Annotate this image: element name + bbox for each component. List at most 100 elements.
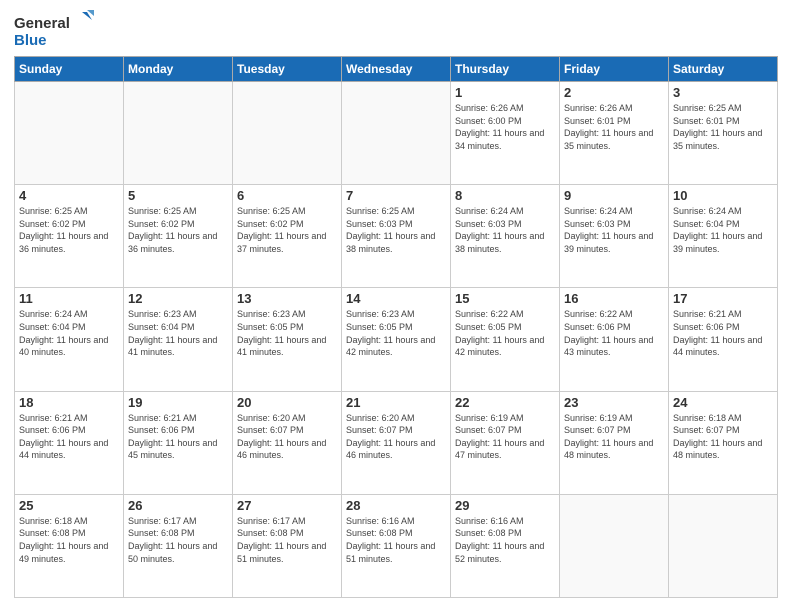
- calendar-week-row: 4Sunrise: 6:25 AM Sunset: 6:02 PM Daylig…: [15, 185, 778, 288]
- calendar-empty-cell: [560, 494, 669, 597]
- day-info: Sunrise: 6:24 AM Sunset: 6:04 PM Dayligh…: [19, 308, 119, 358]
- day-number: 26: [128, 498, 228, 513]
- calendar-empty-cell: [669, 494, 778, 597]
- calendar-header-thursday: Thursday: [451, 57, 560, 82]
- day-number: 24: [673, 395, 773, 410]
- day-info: Sunrise: 6:25 AM Sunset: 6:03 PM Dayligh…: [346, 205, 446, 255]
- calendar-day-7: 7 Sunrise: 6:25 AM Sunset: 6:03 PM Daylig…: [342, 185, 451, 288]
- calendar-day-5: 5 Sunrise: 6:25 AM Sunset: 6:02 PM Daylig…: [124, 185, 233, 288]
- day-info: Sunrise: 6:25 AM Sunset: 6:01 PM Dayligh…: [673, 102, 773, 152]
- day-number: 21: [346, 395, 446, 410]
- day-number: 8: [455, 188, 555, 203]
- day-number: 5: [128, 188, 228, 203]
- svg-text:General: General: [14, 15, 70, 32]
- day-number: 3: [673, 85, 773, 100]
- calendar-day-23: 23 Sunrise: 6:19 AM Sunset: 6:07 PM Dayli…: [560, 391, 669, 494]
- calendar-header-wednesday: Wednesday: [342, 57, 451, 82]
- calendar-day-14: 14Sunrise: 6:23 AM Sunset: 6:05 PM Dayli…: [342, 288, 451, 391]
- calendar-empty-cell: [342, 82, 451, 185]
- calendar-day-18: 18 Sunrise: 6:21 AM Sunset: 6:06 PM Dayli…: [15, 391, 124, 494]
- day-info: Sunrise: 6:25 AM Sunset: 6:02 PM Dayligh…: [128, 205, 228, 255]
- calendar-day-11: 11 Sunrise: 6:24 AM Sunset: 6:04 PM Dayli…: [15, 288, 124, 391]
- calendar-table: SundayMondayTuesdayWednesdayThursdayFrid…: [14, 56, 778, 598]
- day-info: Sunrise: 6:24 AM Sunset: 6:03 PM Dayligh…: [564, 205, 664, 255]
- day-number: 11: [19, 291, 119, 306]
- calendar-day-29: 29 Sunrise: 6:16 AM Sunset: 6:08 PM Dayli…: [451, 494, 560, 597]
- day-number: 20: [237, 395, 337, 410]
- calendar-day-3: 3 Sunrise: 6:25 AM Sunset: 6:01 PM Daylig…: [669, 82, 778, 185]
- calendar-day-22: 22Sunrise: 6:19 AM Sunset: 6:07 PM Dayli…: [451, 391, 560, 494]
- calendar-day-19: 19Sunrise: 6:21 AM Sunset: 6:06 PM Dayli…: [124, 391, 233, 494]
- day-info: Sunrise: 6:21 AM Sunset: 6:06 PM Dayligh…: [19, 412, 119, 462]
- calendar-day-15: 15 Sunrise: 6:22 AM Sunset: 6:05 PM Dayli…: [451, 288, 560, 391]
- calendar-week-row: 25 Sunrise: 6:18 AM Sunset: 6:08 PM Dayli…: [15, 494, 778, 597]
- calendar-week-row: 18 Sunrise: 6:21 AM Sunset: 6:06 PM Dayli…: [15, 391, 778, 494]
- day-info: Sunrise: 6:22 AM Sunset: 6:06 PM Dayligh…: [564, 308, 664, 358]
- calendar-day-17: 17 Sunrise: 6:21 AM Sunset: 6:06 PM Dayli…: [669, 288, 778, 391]
- day-info: Sunrise: 6:17 AM Sunset: 6:08 PM Dayligh…: [237, 515, 337, 565]
- day-info: Sunrise: 6:18 AM Sunset: 6:08 PM Dayligh…: [19, 515, 119, 565]
- day-info: Sunrise: 6:23 AM Sunset: 6:04 PM Dayligh…: [128, 308, 228, 358]
- calendar-header-row: SundayMondayTuesdayWednesdayThursdayFrid…: [15, 57, 778, 82]
- day-number: 23: [564, 395, 664, 410]
- day-info: Sunrise: 6:19 AM Sunset: 6:07 PM Dayligh…: [455, 412, 555, 462]
- day-number: 15: [455, 291, 555, 306]
- calendar-day-24: 24 Sunrise: 6:18 AM Sunset: 6:07 PM Dayli…: [669, 391, 778, 494]
- day-number: 10: [673, 188, 773, 203]
- calendar-day-26: 26 Sunrise: 6:17 AM Sunset: 6:08 PM Dayli…: [124, 494, 233, 597]
- day-info: Sunrise: 6:23 AM Sunset: 6:05 PM Dayligh…: [346, 308, 446, 358]
- svg-text:Blue: Blue: [14, 32, 47, 49]
- day-number: 29: [455, 498, 555, 513]
- day-info: Sunrise: 6:20 AM Sunset: 6:07 PM Dayligh…: [346, 412, 446, 462]
- calendar-empty-cell: [15, 82, 124, 185]
- day-number: 7: [346, 188, 446, 203]
- calendar-day-2: 2Sunrise: 6:26 AM Sunset: 6:01 PM Daylig…: [560, 82, 669, 185]
- calendar-day-8: 8Sunrise: 6:24 AM Sunset: 6:03 PM Daylig…: [451, 185, 560, 288]
- calendar-day-25: 25 Sunrise: 6:18 AM Sunset: 6:08 PM Dayli…: [15, 494, 124, 597]
- day-info: Sunrise: 6:17 AM Sunset: 6:08 PM Dayligh…: [128, 515, 228, 565]
- calendar-header-tuesday: Tuesday: [233, 57, 342, 82]
- logo-svg: General Blue: [14, 10, 94, 50]
- day-info: Sunrise: 6:16 AM Sunset: 6:08 PM Dayligh…: [455, 515, 555, 565]
- day-info: Sunrise: 6:25 AM Sunset: 6:02 PM Dayligh…: [19, 205, 119, 255]
- calendar-day-21: 21 Sunrise: 6:20 AM Sunset: 6:07 PM Dayli…: [342, 391, 451, 494]
- day-info: Sunrise: 6:23 AM Sunset: 6:05 PM Dayligh…: [237, 308, 337, 358]
- header: General Blue: [14, 10, 778, 50]
- day-number: 12: [128, 291, 228, 306]
- day-number: 16: [564, 291, 664, 306]
- day-number: 1: [455, 85, 555, 100]
- page: General Blue SundayMondayTuesdayWednesda…: [0, 0, 792, 612]
- calendar-header-sunday: Sunday: [15, 57, 124, 82]
- calendar-day-12: 12 Sunrise: 6:23 AM Sunset: 6:04 PM Dayli…: [124, 288, 233, 391]
- day-number: 25: [19, 498, 119, 513]
- day-info: Sunrise: 6:22 AM Sunset: 6:05 PM Dayligh…: [455, 308, 555, 358]
- calendar-day-27: 27Sunrise: 6:17 AM Sunset: 6:08 PM Dayli…: [233, 494, 342, 597]
- day-info: Sunrise: 6:16 AM Sunset: 6:08 PM Dayligh…: [346, 515, 446, 565]
- calendar-empty-cell: [233, 82, 342, 185]
- day-info: Sunrise: 6:24 AM Sunset: 6:04 PM Dayligh…: [673, 205, 773, 255]
- calendar-day-28: 28 Sunrise: 6:16 AM Sunset: 6:08 PM Dayli…: [342, 494, 451, 597]
- calendar-week-row: 11 Sunrise: 6:24 AM Sunset: 6:04 PM Dayli…: [15, 288, 778, 391]
- calendar-day-10: 10 Sunrise: 6:24 AM Sunset: 6:04 PM Dayli…: [669, 185, 778, 288]
- day-info: Sunrise: 6:26 AM Sunset: 6:01 PM Dayligh…: [564, 102, 664, 152]
- calendar-day-1: 1 Sunrise: 6:26 AM Sunset: 6:00 PM Daylig…: [451, 82, 560, 185]
- day-number: 18: [19, 395, 119, 410]
- calendar-day-6: 6Sunrise: 6:25 AM Sunset: 6:02 PM Daylig…: [233, 185, 342, 288]
- day-number: 28: [346, 498, 446, 513]
- day-number: 13: [237, 291, 337, 306]
- day-info: Sunrise: 6:26 AM Sunset: 6:00 PM Dayligh…: [455, 102, 555, 152]
- day-info: Sunrise: 6:20 AM Sunset: 6:07 PM Dayligh…: [237, 412, 337, 462]
- day-number: 17: [673, 291, 773, 306]
- logo: General Blue: [14, 10, 94, 50]
- calendar-day-20: 20 Sunrise: 6:20 AM Sunset: 6:07 PM Dayli…: [233, 391, 342, 494]
- day-info: Sunrise: 6:18 AM Sunset: 6:07 PM Dayligh…: [673, 412, 773, 462]
- calendar-header-saturday: Saturday: [669, 57, 778, 82]
- calendar-empty-cell: [124, 82, 233, 185]
- calendar-day-16: 16 Sunrise: 6:22 AM Sunset: 6:06 PM Dayli…: [560, 288, 669, 391]
- day-info: Sunrise: 6:21 AM Sunset: 6:06 PM Dayligh…: [128, 412, 228, 462]
- day-info: Sunrise: 6:19 AM Sunset: 6:07 PM Dayligh…: [564, 412, 664, 462]
- calendar-day-13: 13 Sunrise: 6:23 AM Sunset: 6:05 PM Dayli…: [233, 288, 342, 391]
- day-info: Sunrise: 6:21 AM Sunset: 6:06 PM Dayligh…: [673, 308, 773, 358]
- calendar-day-9: 9Sunrise: 6:24 AM Sunset: 6:03 PM Daylig…: [560, 185, 669, 288]
- calendar-header-friday: Friday: [560, 57, 669, 82]
